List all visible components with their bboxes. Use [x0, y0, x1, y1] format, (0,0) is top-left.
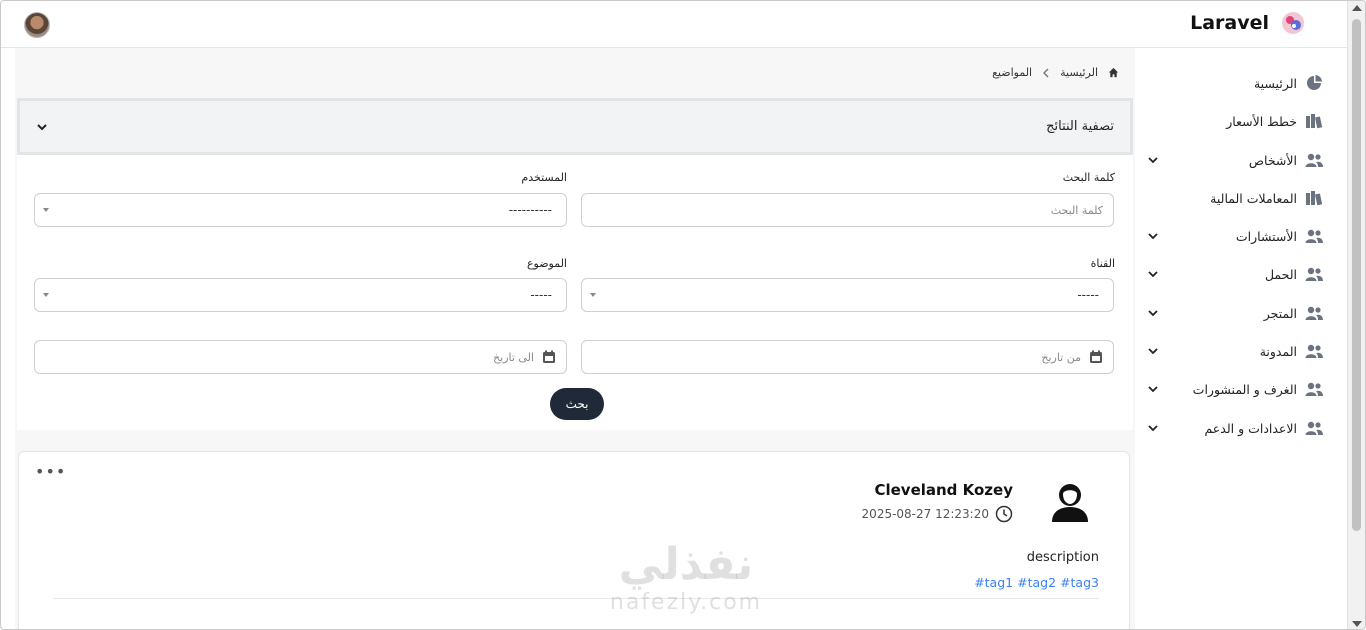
sidebar-item[interactable]: الرئيسية — [1147, 71, 1323, 95]
users-icon — [1305, 381, 1323, 397]
chevron-down-icon[interactable] — [1147, 154, 1159, 166]
breadcrumb: المواضيع الرئيسية — [992, 66, 1119, 79]
breadcrumb-home[interactable]: الرئيسية — [1060, 66, 1098, 79]
sidebar-item-label: الاعدادات و الدعم — [1204, 420, 1297, 436]
sidebar-item-label: الحمل — [1264, 266, 1297, 282]
chevron-down-icon[interactable] — [1147, 383, 1159, 395]
channel-label: القناة — [1090, 257, 1115, 270]
channel-select[interactable]: ----- — [581, 278, 1114, 312]
keyword-placeholder: كلمة البحث — [1050, 204, 1103, 217]
chevron-down-icon[interactable] — [1147, 230, 1159, 242]
user-avatar[interactable] — [24, 12, 50, 38]
post-tags: #tag1 #tag2 #tag3 — [974, 575, 1099, 590]
sidebar-item[interactable]: الأستشارات — [1147, 224, 1323, 248]
sidebar-item[interactable]: الغرف و المنشورات — [1147, 377, 1323, 401]
clock-icon — [995, 505, 1013, 523]
topic-select[interactable]: ----- — [34, 278, 567, 312]
scroll-thumb[interactable] — [1352, 19, 1361, 531]
keyword-label: كلمة البحث — [1062, 171, 1115, 184]
topic-select-value: ----- — [530, 288, 552, 302]
post-tag[interactable]: #tag3 — [1060, 575, 1099, 590]
brand-logo-icon — [1282, 12, 1304, 34]
sidebar-item-label: الغرف و المنشورات — [1192, 381, 1297, 397]
divider — [53, 598, 1099, 599]
scroll-down-arrow-icon[interactable] — [1352, 621, 1362, 627]
sidebar-item-label: المتجر — [1263, 305, 1297, 321]
scroll-up-arrow-icon[interactable] — [1352, 5, 1362, 11]
top-bar: Laravel — [1, 1, 1349, 48]
sidebar-item[interactable]: الأشخاص — [1147, 148, 1323, 172]
to-date-input[interactable]: الى تاريخ — [34, 340, 567, 374]
to-date-placeholder: الى تاريخ — [493, 351, 534, 364]
sidebar-item-label: الرئيسية — [1253, 75, 1297, 91]
sidebar-item-label: المعاملات المالية — [1210, 190, 1297, 206]
sidebar-item[interactable]: المتجر — [1147, 301, 1323, 325]
caret-down-icon — [43, 293, 49, 297]
sidebar-item-label: الأشخاص — [1248, 152, 1297, 168]
post-card: ••• Cleveland Kozey 2025-08-27 12:23:20 … — [18, 451, 1130, 629]
chevron-down-icon[interactable] — [1147, 345, 1159, 357]
caret-down-icon — [43, 208, 49, 212]
post-timestamp: 2025-08-27 12:23:20 — [862, 505, 1013, 523]
filter-card: تصفية النتائج كلمة البحث المستخدم كلمة ا… — [17, 98, 1133, 430]
main-content: المواضيع الرئيسية تصفية النتائج كلمة الب… — [15, 48, 1135, 629]
post-tag[interactable]: #tag1 — [974, 575, 1013, 590]
books-icon — [1305, 113, 1323, 129]
keyword-input[interactable]: كلمة البحث — [581, 193, 1114, 227]
user-avatar-icon[interactable] — [1049, 478, 1091, 522]
user-select-value: ---------- — [508, 203, 552, 217]
channel-select-value: ----- — [1077, 288, 1099, 302]
sidebar-item-label: خطط الأسعار — [1226, 113, 1297, 129]
more-options-icon[interactable]: ••• — [35, 464, 66, 480]
search-button[interactable]: بحث — [550, 388, 604, 420]
app-window: Laravel الرئيسية خطط الأسعار الأشخاص المعام… — [0, 0, 1366, 630]
sidebar-item-label: المدونة — [1259, 343, 1297, 359]
sidebar-item[interactable]: المدونة — [1147, 339, 1323, 363]
calendar-icon — [1090, 350, 1102, 363]
users-icon — [1305, 420, 1323, 436]
sidebar-item-label: الأستشارات — [1235, 228, 1297, 244]
brand-name: Laravel — [1190, 12, 1269, 34]
post-time-text: 2025-08-27 12:23:20 — [861, 507, 989, 521]
sidebar-item[interactable]: الحمل — [1147, 262, 1323, 286]
sidebar-item[interactable]: الاعدادات و الدعم — [1147, 416, 1323, 440]
breadcrumb-current: المواضيع — [992, 66, 1033, 79]
calendar-icon — [543, 350, 555, 363]
sidebar-item[interactable]: خطط الأسعار — [1147, 109, 1323, 133]
chevron-down-icon[interactable] — [1147, 307, 1159, 319]
users-icon — [1305, 343, 1323, 359]
sidebar: الرئيسية خطط الأسعار الأشخاص المعاملات الما… — [1135, 48, 1347, 629]
chevron-down-icon[interactable] — [1147, 422, 1159, 434]
topic-label: الموضوع — [526, 257, 567, 270]
users-icon — [1305, 152, 1323, 168]
post-description: description — [1026, 550, 1099, 565]
brand[interactable]: Laravel — [1190, 11, 1305, 35]
chevron-left-icon — [1043, 68, 1049, 77]
books-icon — [1305, 190, 1323, 206]
from-date-input[interactable]: من تاريخ — [581, 340, 1114, 374]
home-icon[interactable] — [1108, 67, 1119, 78]
chevron-down-icon[interactable] — [36, 121, 48, 133]
post-author[interactable]: Cleveland Kozey — [874, 481, 1013, 499]
user-select[interactable]: ---------- — [34, 193, 567, 227]
scrollbar[interactable] — [1347, 1, 1365, 629]
users-icon — [1305, 228, 1323, 244]
user-label: المستخدم — [521, 171, 567, 184]
post-tag[interactable]: #tag2 — [1017, 575, 1056, 590]
from-date-placeholder: من تاريخ — [1041, 351, 1081, 364]
filter-header[interactable]: تصفية النتائج — [17, 98, 1133, 155]
pie-chart-icon — [1305, 75, 1323, 91]
filter-title: تصفية النتائج — [1046, 119, 1114, 134]
sidebar-item[interactable]: المعاملات المالية — [1147, 186, 1323, 210]
users-icon — [1305, 305, 1323, 321]
chevron-down-icon[interactable] — [1147, 268, 1159, 280]
users-icon — [1305, 266, 1323, 282]
caret-down-icon — [590, 293, 596, 297]
